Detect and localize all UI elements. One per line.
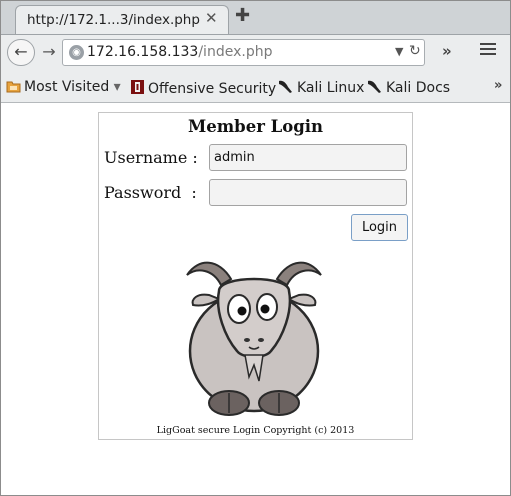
- url-bar[interactable]: ◉ 172.16.158.133/index.php ▼ ↻: [62, 39, 425, 66]
- toolbar-overflow-icon[interactable]: »: [442, 42, 452, 60]
- password-label: Password :: [104, 183, 197, 202]
- page-title: Member Login: [187, 117, 324, 136]
- copyright-text: LigGoat secure Login Copyright (c) 2013: [156, 425, 355, 436]
- navigation-bar: ← → ◉ 172.16.158.133/index.php ▼ ↻ »: [1, 34, 510, 70]
- bookmark-kali-docs[interactable]: Kali Docs: [367, 79, 450, 96]
- new-tab-icon[interactable]: ✚: [235, 6, 250, 26]
- bookmark-offensive-security[interactable]: Offensive Security: [130, 79, 276, 97]
- url-path: /index.php: [198, 44, 273, 60]
- bookmark-label: Offensive Security: [148, 81, 277, 97]
- offsec-icon: [131, 80, 144, 94]
- folder-icon: [6, 81, 21, 93]
- username-label: Username :: [104, 148, 198, 167]
- back-forward-group: ← →: [7, 39, 59, 66]
- back-button[interactable]: ←: [7, 39, 35, 66]
- login-button[interactable]: Login: [351, 214, 408, 241]
- login-panel: Member Login Username : Password : Login…: [98, 112, 413, 440]
- bookmark-most-visited[interactable]: Most Visited ▾: [6, 79, 121, 95]
- username-input[interactable]: [209, 144, 407, 171]
- url-host: 172.16.158.133: [87, 44, 199, 60]
- bookmarks-overflow-icon[interactable]: »: [494, 78, 502, 93]
- bookmarks-bar: Most Visited ▾ Offensive Security Kali L…: [1, 70, 510, 103]
- bookmark-label: Kali Docs: [386, 80, 451, 96]
- kali-dragon-icon: [368, 80, 381, 93]
- tab-active[interactable]: http://172.1...3/index.php ✕: [15, 5, 229, 34]
- bookmark-label: Kali Linux: [297, 80, 365, 96]
- password-input[interactable]: [209, 179, 407, 206]
- tab-strip: http://172.1...3/index.php ✕ ✚: [1, 1, 510, 34]
- bookmark-kali-linux[interactable]: Kali Linux: [278, 79, 364, 96]
- forward-button[interactable]: →: [37, 39, 61, 66]
- url-history-dropdown-icon[interactable]: ▼: [395, 45, 403, 58]
- url-text: 172.16.158.133/index.php: [87, 44, 272, 60]
- globe-icon[interactable]: ◉: [69, 45, 84, 60]
- reload-icon[interactable]: ↻: [409, 43, 421, 59]
- close-tab-icon[interactable]: ✕: [205, 10, 218, 26]
- tab-title: http://172.1...3/index.php: [27, 12, 200, 28]
- kali-dragon-icon: [279, 80, 292, 93]
- hamburger-menu-icon[interactable]: [480, 43, 496, 57]
- chevron-down-icon: ▾: [113, 79, 121, 95]
- bookmark-label: Most Visited: [24, 79, 110, 95]
- goat-image: [186, 261, 322, 416]
